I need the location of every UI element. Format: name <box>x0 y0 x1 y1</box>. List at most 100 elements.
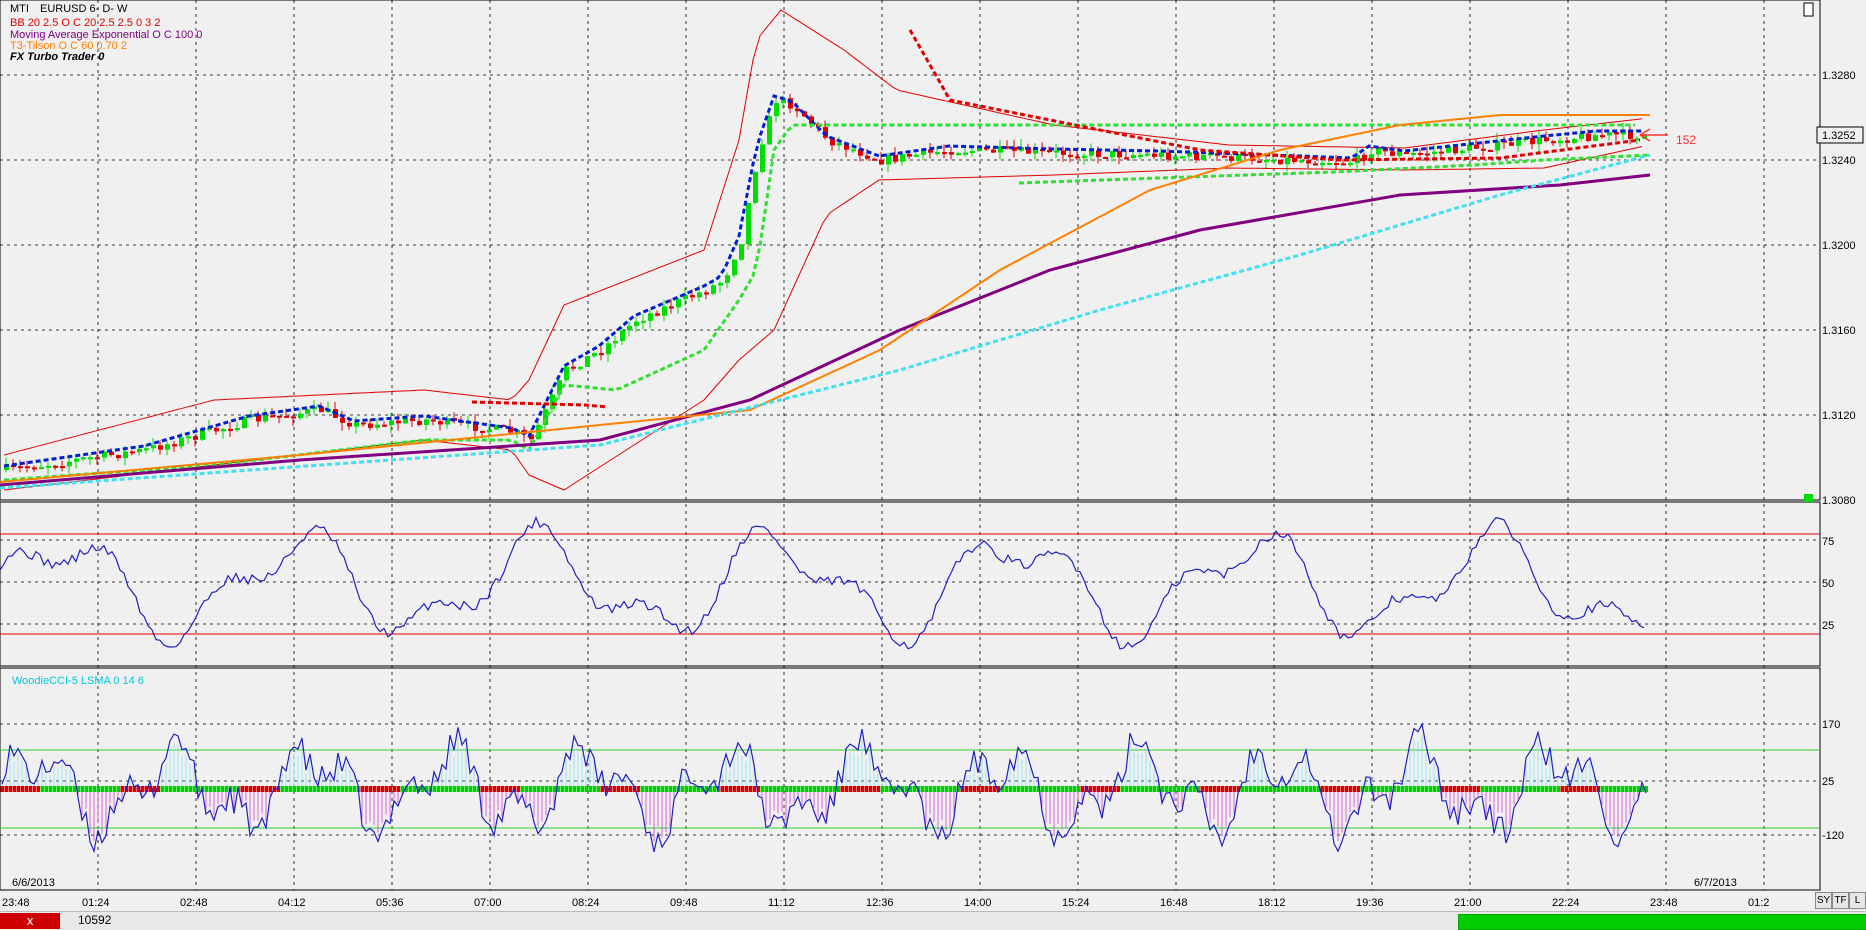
candle <box>60 466 65 469</box>
cci-zero-dot <box>1128 786 1132 792</box>
scroll-marker[interactable] <box>1804 494 1813 502</box>
date-start: 6/6/2013 <box>12 877 55 889</box>
cci-zero-dot <box>432 786 436 792</box>
candle <box>1488 150 1493 153</box>
oscillator-panel[interactable] <box>0 501 1821 667</box>
time-label: 14:00 <box>964 897 992 909</box>
cci-panel[interactable] <box>0 667 1821 891</box>
cci-zero-dot <box>540 786 544 792</box>
cci-zero-dot <box>280 786 284 792</box>
candle <box>396 420 401 424</box>
cci-zero-dot <box>1256 786 1260 792</box>
candle <box>298 413 303 419</box>
cci-zero-dot <box>732 786 736 792</box>
candle <box>893 154 898 162</box>
cci-zero-dot <box>1080 786 1084 792</box>
cci-zero-dot <box>648 786 652 792</box>
cci-zero-dot <box>564 786 568 792</box>
cci-zero-dot <box>1040 786 1044 792</box>
cci-zero-dot <box>1104 786 1108 792</box>
cci-zero-dot <box>1124 786 1128 792</box>
cci-zero-dot <box>1612 786 1616 792</box>
cci-zero-dot <box>48 786 52 792</box>
cci-zero-dot <box>104 786 108 792</box>
candle <box>1173 156 1178 160</box>
cci-zero-dot <box>1268 786 1272 792</box>
cci-zero-dot <box>1312 786 1316 792</box>
candle <box>571 366 576 369</box>
cci-zero-dot <box>744 786 748 792</box>
cci-zero-dot <box>1548 786 1552 792</box>
chart-canvas[interactable]: MTI EURUSD 6- D- W BB 20 2.5 O C 20 2.5 … <box>0 0 1866 929</box>
cci-zero-dot <box>592 786 596 792</box>
time-label: 04:12 <box>278 897 306 909</box>
panel-maximize-button[interactable] <box>1803 2 1814 17</box>
cci-zero-dot <box>856 786 860 792</box>
candle <box>1397 152 1402 156</box>
cci-zero-dot <box>1500 786 1504 792</box>
candle <box>1166 152 1171 160</box>
sy-button[interactable]: SY <box>1815 892 1832 909</box>
candle <box>1467 144 1472 151</box>
candle <box>74 458 79 462</box>
cci-zero-dot <box>1564 786 1568 792</box>
cci-zero-dot <box>96 786 100 792</box>
candle <box>1180 156 1185 159</box>
cci-zero-dot <box>1228 786 1232 792</box>
candle <box>1565 140 1570 143</box>
cci-zero-dot <box>772 786 776 792</box>
cci-label: -120 <box>1822 830 1844 842</box>
legend-bb: BB 20 2.5 O C 20 2.5 2.5 0 3 2 <box>10 17 160 29</box>
cci-zero-dot <box>1556 786 1560 792</box>
cci-zero-dot <box>256 786 260 792</box>
candle <box>851 149 856 152</box>
time-label: 23:48 <box>1650 897 1678 909</box>
cci-zero-dot <box>1020 786 1024 792</box>
cci-zero-dot <box>472 786 476 792</box>
cci-zero-dot <box>180 786 184 792</box>
cci-zero-dot <box>1552 786 1556 792</box>
candle <box>417 420 422 425</box>
candle <box>900 153 905 162</box>
cci-zero-dot <box>160 786 164 792</box>
l-button[interactable]: L <box>1849 892 1866 909</box>
candle <box>1145 153 1150 156</box>
cci-zero-dot <box>924 786 928 792</box>
candle <box>284 415 289 418</box>
cci-zero-dot <box>964 786 968 792</box>
cci-zero-dot <box>1300 786 1304 792</box>
cci-zero-dot <box>72 786 76 792</box>
candle <box>1201 154 1206 160</box>
cci-zero-dot <box>792 786 796 792</box>
cci-zero-dot <box>1496 786 1500 792</box>
cci-zero-dot <box>0 786 4 792</box>
cci-zero-dot <box>240 786 244 792</box>
candle <box>935 152 940 155</box>
cci-zero-dot <box>36 786 40 792</box>
candle <box>662 306 667 316</box>
candle <box>1341 163 1346 166</box>
cci-zero-dot <box>1100 786 1104 792</box>
candle <box>431 419 436 422</box>
time-label: 05:36 <box>376 897 404 909</box>
cci-zero-dot <box>824 786 828 792</box>
cci-zero-dot <box>1224 786 1228 792</box>
cci-zero-dot <box>872 786 876 792</box>
candle <box>235 428 240 431</box>
tf-button[interactable]: TF <box>1832 892 1849 909</box>
cci-zero-dot <box>688 786 692 792</box>
candle <box>375 424 380 428</box>
candle <box>669 306 674 309</box>
candle <box>438 421 443 425</box>
chart-instrument: EURUSD 6- D- W <box>40 3 128 15</box>
time-label: 22:24 <box>1552 897 1580 909</box>
cci-zero-dot <box>812 786 816 792</box>
cci-zero-dot <box>1252 786 1256 792</box>
cci-zero-dot <box>116 786 120 792</box>
cci-zero-dot <box>1144 786 1148 792</box>
cci-zero-dot <box>444 786 448 792</box>
cci-zero-dot <box>1044 786 1048 792</box>
cci-zero-dot <box>1136 786 1140 792</box>
cci-zero-dot <box>572 786 576 792</box>
close-icon[interactable]: x <box>0 913 60 929</box>
